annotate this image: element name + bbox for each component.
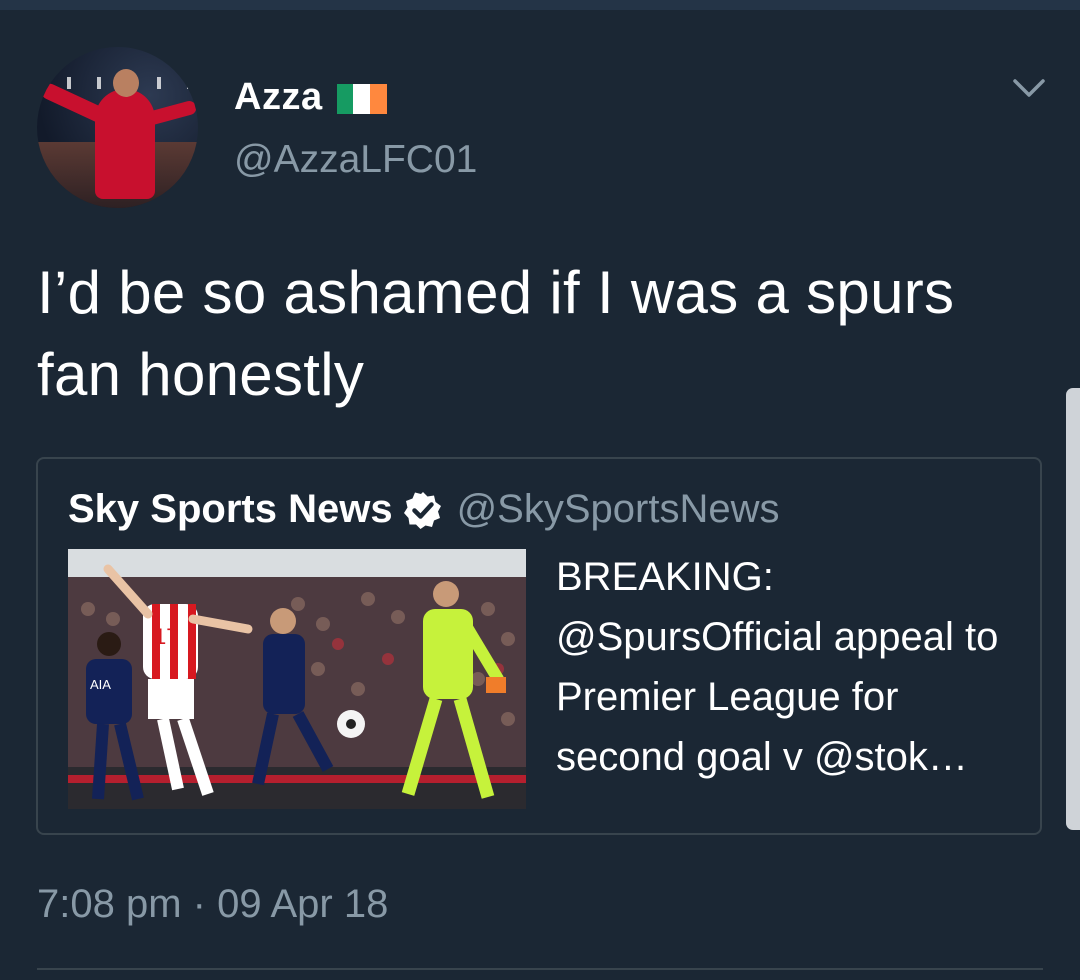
chevron-down-icon[interactable]: [1012, 76, 1046, 100]
quoted-tweet-image[interactable]: 17 AIA: [68, 549, 526, 809]
quoted-tweet-text: BREAKING: @SpursOfficial appeal to Premi…: [556, 555, 999, 779]
verified-badge-icon: [403, 491, 441, 529]
quoted-tweet-header: Sky Sports News @SkySportsNews: [68, 487, 780, 532]
author-handle[interactable]: @AzzaLFC01: [234, 138, 477, 182]
avatar-player-body: [95, 89, 155, 199]
tweet-text: I’d be so ashamed if I was a spurs fan h…: [37, 259, 955, 408]
quoted-tweet-card[interactable]: Sky Sports News @SkySportsNews 17 AIA BR…: [36, 457, 1042, 835]
quoted-author-handle: @SkySportsNews: [456, 487, 780, 531]
football-match-photo: 17 AIA: [68, 549, 526, 809]
author-display-name[interactable]: Azza: [234, 76, 323, 119]
scrollbar-handle[interactable]: [1066, 388, 1080, 830]
author-name-row[interactable]: Azza: [234, 76, 387, 119]
ireland-flag-icon: [336, 83, 387, 114]
avatar[interactable]: [37, 47, 198, 208]
quoted-author-name: Sky Sports News: [68, 487, 393, 531]
shirt-number: 17: [154, 624, 178, 649]
divider: [37, 968, 1043, 970]
tweet-timestamp[interactable]: 7:08 pm · 09 Apr 18: [37, 882, 388, 927]
status-bar-strip: [0, 0, 1080, 10]
shirt-sponsor: AIA: [90, 677, 111, 692]
avatar-player-head: [113, 69, 139, 97]
